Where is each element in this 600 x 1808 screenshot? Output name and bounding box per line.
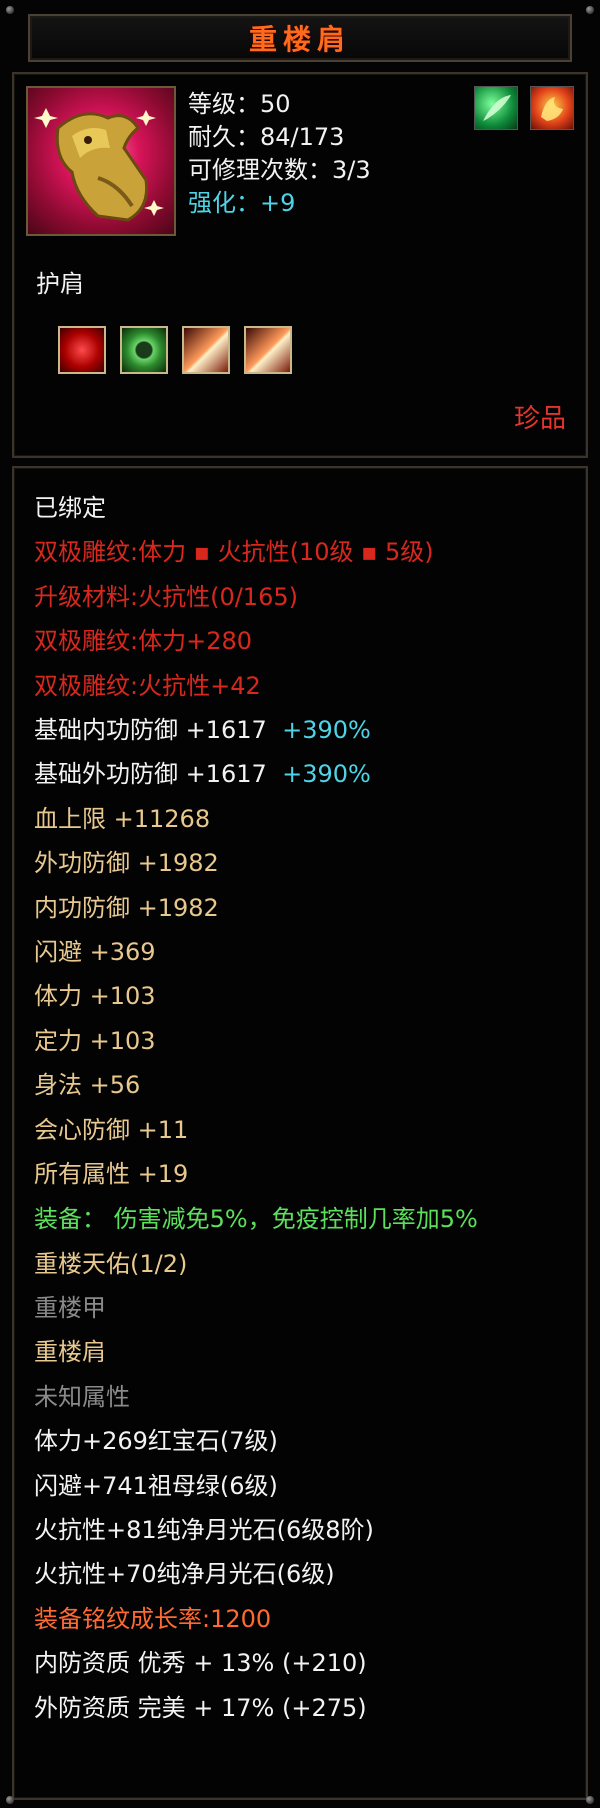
enhance-text: 强化：+9 xyxy=(188,189,296,217)
attr-row: 所有属性 +19 xyxy=(34,1160,189,1189)
item-title: 重楼肩 xyxy=(248,23,351,56)
corner-bolt xyxy=(586,1796,594,1804)
attr-row: 体力 +103 xyxy=(34,982,156,1011)
attr-row: 血上限 +11268 xyxy=(34,804,211,833)
attribute-list: 已绑定 双极雕纹:体力 ▪ 火抗性(10级 ▪ 5级) 升级材料:火抗性(0/1… xyxy=(34,486,582,1730)
jade-ring-icon[interactable] xyxy=(120,326,168,374)
corner-bolt xyxy=(586,6,594,14)
quality-inner: 内防资质 优秀 + 13% (+210) xyxy=(34,1649,367,1678)
wing-rune-icon[interactable] xyxy=(182,326,230,374)
quality-outer: 外防资质 完美 + 17% (+275) xyxy=(34,1693,367,1722)
corner-bolt xyxy=(6,1796,14,1804)
attributes-panel: 已绑定 双极雕纹:体力 ▪ 火抗性(10级 ▪ 5级) 升级材料:火抗性(0/1… xyxy=(12,466,588,1800)
item-type: 护肩 xyxy=(36,270,84,298)
attr-row: 外功防御 +1982 xyxy=(34,849,219,878)
corner-bolt xyxy=(6,6,14,14)
green-feather-icon[interactable] xyxy=(474,86,518,130)
base-outer-defense: 基础外功防御 +1617 +390% xyxy=(34,760,371,789)
attr-row: 内功防御 +1982 xyxy=(34,893,219,922)
attr-row: 闪避 +369 xyxy=(34,938,156,967)
growth-rate: 装备铭纹成长率:1200 xyxy=(34,1604,272,1633)
attr-row: 定力 +103 xyxy=(34,1026,156,1055)
set-name: 重楼天佑(1/2) xyxy=(34,1249,188,1278)
red-gem-icon[interactable] xyxy=(58,326,106,374)
header-panel: 等级：50 耐久：84/173 可修理次数：3/3 强化：+9 护肩 珍品 xyxy=(12,72,588,458)
title-bar: 重楼肩 xyxy=(28,14,572,62)
attr-row: 会心防御 +11 xyxy=(34,1115,189,1144)
socket-gem: 火抗性+70纯净月光石(6级) xyxy=(34,1560,335,1589)
base-inner-defense: 基础内功防御 +1617 +390% xyxy=(34,716,371,745)
set-piece-missing: 重楼甲 xyxy=(34,1293,106,1322)
repair-count-text: 可修理次数：3/3 xyxy=(188,156,371,184)
level-text: 等级：50 xyxy=(188,90,291,118)
socket-gem: 体力+269红宝石(7级) xyxy=(34,1427,278,1456)
socket-gem: 闪避+741祖母绿(6级) xyxy=(34,1471,278,1500)
engrave-upgrade: 升级材料:火抗性(0/165) xyxy=(34,582,298,611)
engrave-dual-hp: 双极雕纹:体力+280 xyxy=(34,627,253,656)
engrave-dual-fire: 双极雕纹:火抗性+42 xyxy=(34,671,261,700)
engrave-dual: 双极雕纹:体力 ▪ 火抗性(10级 ▪ 5级) xyxy=(34,538,434,567)
wing-rune-icon[interactable] xyxy=(244,326,292,374)
durability-text: 耐久：84/173 xyxy=(188,123,345,151)
rarity-label: 珍品 xyxy=(513,404,566,434)
bound-status: 已绑定 xyxy=(34,494,106,522)
set-piece-owned: 重楼肩 xyxy=(34,1338,106,1367)
item-tooltip: 重楼肩 等级：50 耐久：84/173 可修理次数：3/3 强化：+9 护肩 珍… xyxy=(0,0,600,1808)
attr-row: 身法 +56 xyxy=(34,1071,141,1100)
item-stats: 等级：50 耐久：84/173 可修理次数：3/3 强化：+9 xyxy=(188,88,371,220)
equip-effect: 装备： 伤害减免5%，免疫控制几率加5% xyxy=(34,1204,478,1233)
socket-gem: 火抗性+81纯净月光石(6级8阶) xyxy=(34,1515,374,1544)
fire-emblem-icon[interactable] xyxy=(530,86,574,130)
dragon-shoulder-armor-icon[interactable] xyxy=(26,86,176,236)
set-unknown-attr: 未知属性 xyxy=(34,1382,130,1411)
